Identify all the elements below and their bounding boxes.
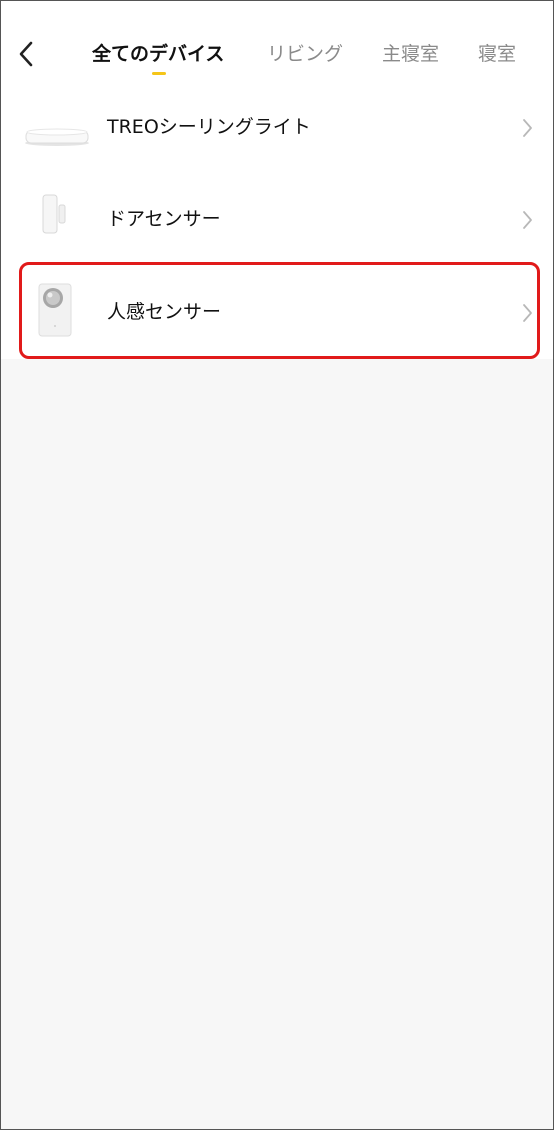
top-navigation-bar: 全てのデバイス リビング 主寝室 寝室 (1, 1, 553, 93)
tab-all-devices[interactable]: 全てのデバイス (92, 39, 224, 69)
ceiling-light-icon (25, 128, 89, 146)
device-name: TREOシーリングライト (107, 116, 311, 138)
door-sensor-icon (42, 194, 66, 234)
chevron-right-icon (523, 119, 532, 137)
device-row-ceiling-light[interactable]: TREOシーリングライト (1, 81, 553, 173)
tab-living-room[interactable]: リビング (267, 39, 343, 69)
motion-sensor-icon (38, 283, 72, 337)
tab-master-bedroom[interactable]: 主寝室 (382, 39, 439, 69)
tab-bedroom[interactable]: 寝室 (478, 39, 516, 69)
device-row-motion-sensor[interactable]: 人感センサー (1, 266, 553, 358)
device-list: TREOシーリングライト ドアセンサー 人感センサー (1, 81, 553, 359)
chevron-right-icon (523, 211, 532, 229)
chevron-right-icon (523, 304, 532, 322)
active-tab-indicator (152, 72, 166, 75)
device-list-screen: 全てのデバイス リビング 主寝室 寝室 TREOシーリングライト ドアセンサー (0, 0, 554, 1130)
back-button[interactable] (11, 37, 41, 71)
device-name: 人感センサー (107, 301, 222, 323)
chevron-left-icon (19, 41, 33, 67)
device-row-door-sensor[interactable]: ドアセンサー (1, 173, 553, 265)
device-name: ドアセンサー (107, 208, 221, 230)
